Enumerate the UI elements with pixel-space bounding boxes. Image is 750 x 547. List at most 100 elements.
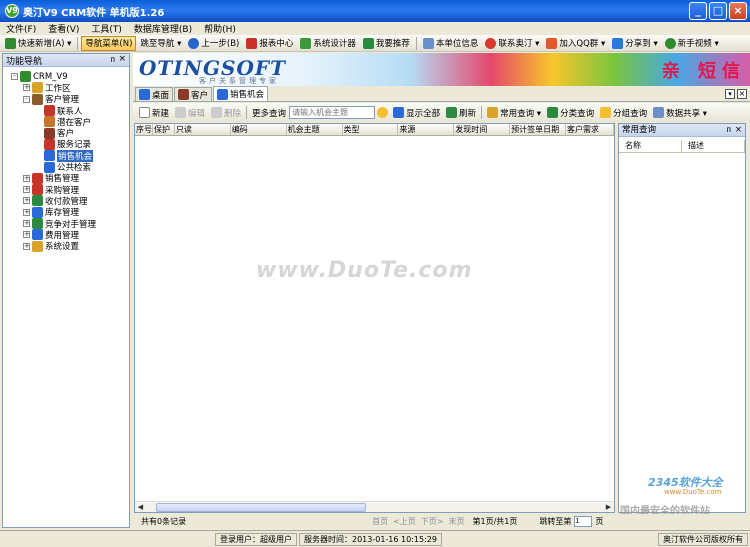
recommend-icon — [362, 37, 374, 49]
scroll-thumb[interactable] — [156, 502, 366, 512]
menu-database[interactable]: 数据库管理(B) — [128, 22, 198, 35]
plus-icon — [5, 37, 16, 49]
collapse-icon[interactable]: - — [23, 95, 30, 103]
expand-icon[interactable]: + — [23, 186, 30, 194]
restore-tab-icon[interactable]: ▾ — [725, 89, 735, 99]
scroll-right-icon[interactable]: ▶ — [603, 502, 614, 513]
first-page-link[interactable]: 首页 — [372, 516, 388, 527]
system-designer-button[interactable]: 系统设计器 — [297, 36, 359, 51]
expand-icon[interactable]: + — [23, 84, 30, 92]
record-count: 共有0条记录 — [141, 517, 187, 526]
col-name[interactable]: 名称 — [619, 140, 682, 152]
col-source[interactable]: 来源 — [398, 124, 455, 135]
nav-item-search[interactable]: 公共检索 — [3, 161, 129, 173]
nav-item-sales-opportunity[interactable]: 销售机会 — [3, 149, 129, 162]
col-protect[interactable]: 保护 — [153, 124, 175, 135]
expand-icon[interactable]: + — [23, 231, 30, 239]
join-qq-group-button[interactable]: 加入QQ群 ▾ — [543, 36, 608, 51]
search-icon[interactable] — [377, 107, 389, 118]
show-all-button[interactable]: 显示全部 — [390, 105, 443, 120]
page-info: 第1页/共1页 — [472, 517, 518, 526]
expand-icon[interactable]: + — [23, 242, 30, 250]
search-icon — [44, 161, 55, 173]
next-page-link[interactable]: 下页> — [421, 516, 444, 527]
customer-mgmt-icon — [32, 93, 43, 105]
nav-item-workspace[interactable]: + 工作区 — [3, 82, 129, 94]
nav-item-customer[interactable]: 客户 — [3, 127, 129, 139]
menu-file[interactable]: 文件(F) — [0, 22, 42, 35]
close-icon[interactable]: × — [118, 54, 126, 64]
data-share-button[interactable]: 数据共享 ▾ — [650, 105, 710, 120]
delete-button[interactable]: 删除 — [208, 105, 244, 120]
maximize-button[interactable]: □ — [709, 2, 727, 20]
report-center-button[interactable]: 报表中心 — [243, 36, 296, 51]
company-info-button[interactable]: 本单位信息 — [420, 36, 482, 51]
quick-add-button[interactable]: 快速新增(A) ▾ — [2, 36, 74, 51]
nav-item-contact[interactable]: 联系人 — [3, 105, 129, 117]
nav-item-expense[interactable]: + 费用管理 — [3, 229, 129, 241]
tab-customer[interactable]: 客户 — [174, 87, 213, 101]
menu-help[interactable]: 帮助(H) — [198, 22, 242, 35]
nav-item-competitor[interactable]: + 竞争对手管理 — [3, 218, 129, 230]
nav-item-service-record[interactable]: 服务记录 — [3, 138, 129, 150]
back-button[interactable]: 上一步(B) — [185, 36, 242, 51]
nav-item-lead[interactable]: 潜在客户 — [3, 116, 129, 128]
edit-button[interactable]: 编辑 — [172, 105, 208, 120]
tab-desktop[interactable]: 桌面 — [135, 87, 174, 101]
jump-page-input[interactable] — [574, 516, 593, 527]
col-subject[interactable]: 机会主题 — [287, 124, 343, 135]
nav-item-label: 销售机会 — [57, 149, 94, 162]
group-query-button[interactable]: 分组查询 — [597, 105, 650, 120]
pin-icon[interactable]: ᴨ — [110, 55, 115, 64]
more-query-button[interactable]: 更多查询 — [249, 105, 289, 120]
col-readonly[interactable]: 只读 — [175, 124, 231, 135]
share-button[interactable]: 分享到 ▾ — [609, 36, 660, 51]
close-icon[interactable]: × — [735, 124, 742, 136]
horizontal-scrollbar[interactable]: ◀ ▶ — [135, 501, 614, 512]
expand-icon[interactable]: + — [23, 174, 30, 182]
contact-aoting-button[interactable]: 联系奥汀 ▾ — [482, 36, 542, 51]
pin-icon[interactable]: ᴨ — [726, 124, 731, 136]
common-query-button[interactable]: 常用查询 ▾ — [484, 105, 544, 120]
nav-item-payment[interactable]: + 收付款管理 — [3, 195, 129, 207]
collapse-icon[interactable]: - — [11, 73, 18, 81]
recommend-button[interactable]: 我要推荐 — [360, 36, 413, 51]
col-customer-need[interactable]: 客户需求 — [566, 124, 614, 135]
tab-sales-opportunity[interactable]: 销售机会 — [213, 86, 269, 101]
col-type[interactable]: 类型 — [343, 124, 399, 135]
close-button[interactable]: × — [729, 2, 747, 20]
share-icon — [612, 37, 624, 49]
expand-icon[interactable]: + — [23, 220, 30, 227]
tutorial-video-button[interactable]: 新手视频 ▾ — [662, 36, 722, 51]
col-found-time[interactable]: 发现时间 — [454, 124, 511, 135]
sales-opportunity-grid: 序号 保护 只读 编码 机会主题 类型 来源 发现时间 预计签单日期 客户需求 … — [134, 123, 615, 513]
minimize-button[interactable]: _ — [689, 2, 707, 20]
expand-icon[interactable]: + — [23, 197, 30, 205]
nav-item-crm-root[interactable]: - CRM_V9 — [3, 71, 129, 83]
close-tab-icon[interactable]: × — [737, 89, 747, 99]
nav-item-purchase[interactable]: + 采购管理 — [3, 184, 129, 196]
col-description[interactable]: 描述 — [682, 140, 745, 152]
refresh-button[interactable]: 刷新 — [443, 105, 479, 120]
col-expected-sign-date[interactable]: 预计签单日期 — [510, 124, 567, 135]
scroll-left-icon[interactable]: ◀ — [135, 502, 146, 513]
nav-item-sales-mgmt[interactable]: + 销售管理 — [3, 172, 129, 184]
nav-item-settings[interactable]: + 系统设置 — [3, 240, 129, 252]
last-page-link[interactable]: 末页 — [449, 516, 465, 527]
col-index[interactable]: 序号 — [135, 124, 153, 135]
menu-tools[interactable]: 工具(T) — [85, 22, 128, 35]
app-logo-icon: V9 — [5, 4, 19, 18]
nav-item-customer-mgmt[interactable]: - 客户管理 — [3, 93, 129, 105]
col-code[interactable]: 编码 — [231, 124, 287, 135]
category-query-button[interactable]: 分类查询 — [544, 105, 597, 120]
expand-icon[interactable]: + — [23, 208, 30, 216]
nav-menu-button[interactable]: 导航菜单(N) — [81, 35, 137, 51]
jump-nav-button[interactable]: 跳至导航 ▾ — [137, 36, 184, 51]
nav-item-inventory[interactable]: + 库存管理 — [3, 206, 129, 218]
menu-view[interactable]: 查看(V) — [42, 22, 85, 35]
prev-page-link[interactable]: <上页 — [393, 516, 416, 527]
purchase-icon — [32, 184, 43, 196]
search-input[interactable] — [289, 106, 376, 119]
corner-watermark-url: www.DuoTe.com — [664, 488, 722, 496]
new-button[interactable]: 新建 — [136, 105, 172, 120]
